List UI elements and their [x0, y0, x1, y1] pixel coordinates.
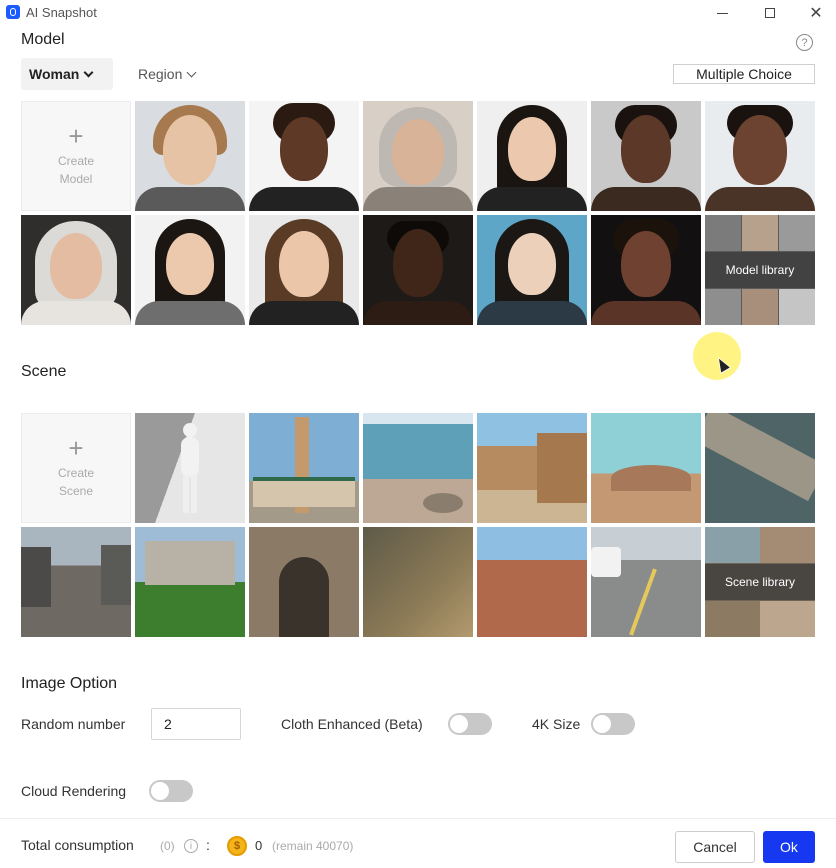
- model-library-label: Model library: [725, 263, 795, 277]
- help-icon[interactable]: ?: [796, 34, 813, 51]
- scene-thumbnail[interactable]: [477, 413, 587, 523]
- model-thumbnail[interactable]: [591, 215, 701, 325]
- 4k-size-toggle[interactable]: [591, 713, 635, 735]
- create-scene-tile[interactable]: + Create Scene: [21, 413, 131, 523]
- scene-library-label: Scene library: [724, 575, 796, 589]
- plus-icon: +: [68, 121, 84, 151]
- gender-filter-dropdown[interactable]: Woman: [21, 58, 113, 90]
- colon-separator: :: [206, 837, 210, 853]
- minimize-icon: [716, 12, 728, 14]
- window-title: AI Snapshot: [26, 5, 97, 20]
- scene-thumbnail[interactable]: [363, 413, 473, 523]
- create-model-label: Create Model: [57, 154, 95, 186]
- cloth-enhanced-toggle[interactable]: [448, 713, 492, 735]
- model-library-tile[interactable]: Model library: [705, 215, 815, 325]
- scene-thumbnail[interactable]: [591, 413, 701, 523]
- gender-filter-label: Woman: [29, 66, 80, 82]
- maximize-button[interactable]: [756, 2, 784, 24]
- cloth-enhanced-label: Cloth Enhanced (Beta): [281, 716, 423, 732]
- minimize-button[interactable]: [708, 2, 736, 24]
- model-thumbnail[interactable]: [591, 101, 701, 211]
- image-option-heading: Image Option: [21, 675, 118, 692]
- coin-icon: $: [227, 836, 247, 856]
- app-logo-icon: [6, 5, 20, 19]
- scene-thumbnail[interactable]: [363, 527, 473, 637]
- random-number-input[interactable]: [151, 708, 241, 740]
- scene-thumbnail[interactable]: [591, 527, 701, 637]
- scene-thumbnail[interactable]: [477, 527, 587, 637]
- 4k-size-label: 4K Size: [532, 716, 581, 732]
- scene-thumbnail[interactable]: [135, 413, 245, 523]
- remaining-balance: (remain 40070): [272, 839, 354, 853]
- model-thumbnail[interactable]: [363, 215, 473, 325]
- plus-icon: +: [68, 433, 84, 463]
- create-model-tile[interactable]: + Create Model: [21, 101, 131, 211]
- model-thumbnail[interactable]: [477, 215, 587, 325]
- model-thumbnail[interactable]: [705, 101, 815, 211]
- scene-thumbnail[interactable]: [21, 527, 131, 637]
- model-thumbnail[interactable]: [249, 215, 359, 325]
- title-bar: AI Snapshot ✕: [0, 0, 836, 26]
- footer-divider: [0, 818, 836, 819]
- cloud-rendering-toggle[interactable]: [149, 780, 193, 802]
- info-icon[interactable]: i: [184, 839, 198, 853]
- model-thumbnail[interactable]: [21, 215, 131, 325]
- multiple-choice-button[interactable]: Multiple Choice: [673, 64, 815, 84]
- scene-thumbnail[interactable]: [249, 527, 359, 637]
- model-thumbnail[interactable]: [135, 101, 245, 211]
- model-heading: Model: [21, 31, 65, 48]
- chevron-down-icon: [186, 67, 197, 77]
- create-scene-label: Create Scene: [57, 466, 95, 498]
- region-filter-dropdown[interactable]: Region: [130, 58, 220, 90]
- chevron-down-icon: [83, 67, 94, 77]
- model-thumbnail[interactable]: [135, 215, 245, 325]
- cloud-rendering-label: Cloud Rendering: [21, 783, 127, 799]
- scene-thumbnail[interactable]: [135, 527, 245, 637]
- maximize-icon: [765, 8, 775, 18]
- cancel-button[interactable]: Cancel: [675, 831, 755, 863]
- total-consumption-count: (0): [160, 839, 175, 853]
- coin-value: 0: [255, 838, 263, 853]
- scene-thumbnail[interactable]: [705, 413, 815, 523]
- model-thumbnail[interactable]: [363, 101, 473, 211]
- scene-library-tile[interactable]: Scene library: [705, 527, 815, 637]
- ok-button[interactable]: Ok: [763, 831, 815, 863]
- cursor-highlight: [693, 332, 741, 380]
- scene-heading: Scene: [21, 363, 67, 380]
- scene-thumbnail[interactable]: [249, 413, 359, 523]
- model-thumbnail[interactable]: [249, 101, 359, 211]
- total-consumption-label: Total consumption: [21, 837, 134, 853]
- region-filter-label: Region: [138, 66, 183, 82]
- random-number-label: Random number: [21, 716, 126, 732]
- close-button[interactable]: ✕: [802, 2, 830, 24]
- model-thumbnail[interactable]: [477, 101, 587, 211]
